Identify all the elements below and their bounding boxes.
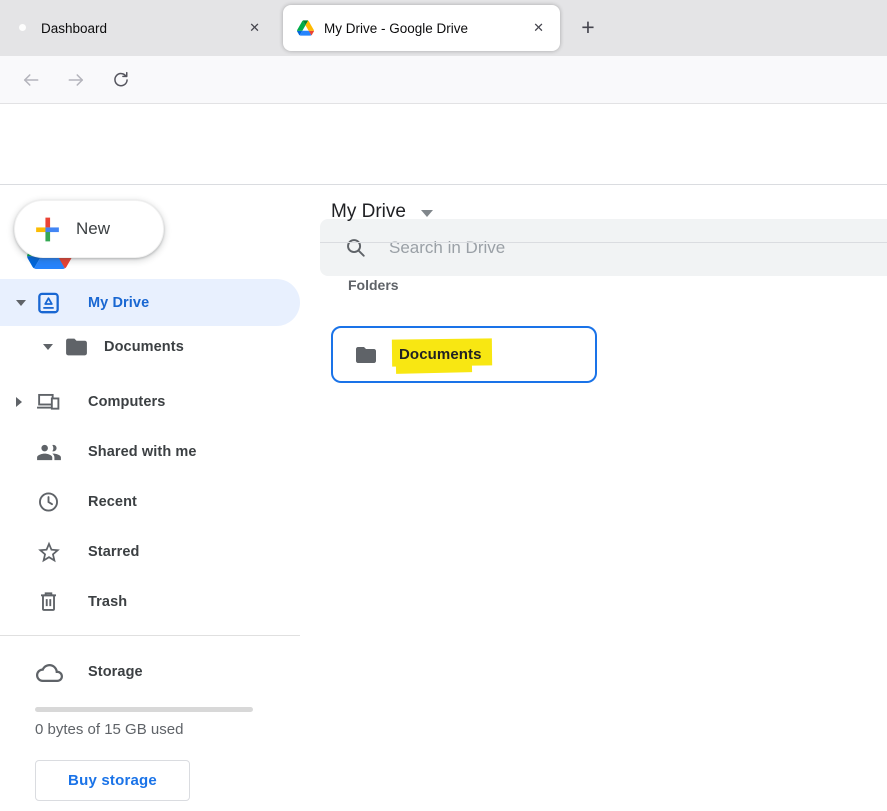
highlight-marker: Documents	[399, 346, 482, 364]
content-divider	[320, 242, 887, 243]
page-title-my-drive[interactable]: My Drive	[331, 201, 433, 223]
cloud-icon	[36, 660, 61, 685]
sidebar-item-recent[interactable]: Recent	[0, 479, 300, 525]
search-icon[interactable]	[344, 236, 367, 259]
tab-title: Dashboard	[41, 21, 243, 36]
close-tab-icon[interactable]: ✕	[527, 17, 550, 39]
my-drive-icon	[36, 290, 61, 315]
close-tab-icon[interactable]: ✕	[243, 17, 266, 39]
sidebar-item-label: Documents	[104, 339, 184, 355]
storage-progress-bar	[35, 707, 253, 712]
sidebar-item-storage[interactable]: Storage	[0, 649, 300, 695]
new-tab-button[interactable]: +	[573, 13, 603, 43]
sidebar-item-documents[interactable]: Documents	[0, 331, 300, 363]
sidebar-item-my-drive[interactable]: My Drive	[0, 279, 300, 326]
drive-header: Drive	[0, 104, 887, 185]
sidebar-item-label: Shared with me	[88, 444, 197, 460]
folder-icon	[64, 335, 89, 360]
storage-usage-text: 0 bytes of 15 GB used	[35, 721, 183, 738]
back-icon[interactable]	[21, 70, 41, 90]
sidebar-item-label: Computers	[88, 394, 165, 410]
search-bar[interactable]	[320, 219, 887, 276]
sidebar-item-starred[interactable]: Starred	[0, 529, 300, 575]
tab-dashboard[interactable]: Dashboard ✕	[0, 0, 276, 56]
computers-icon	[36, 390, 61, 415]
sidebar-item-trash[interactable]: Trash	[0, 579, 300, 625]
tab-my-drive[interactable]: My Drive - Google Drive ✕	[283, 5, 560, 51]
reload-icon[interactable]	[111, 70, 131, 90]
forward-icon[interactable]	[66, 70, 86, 90]
sidebar-item-label: Storage	[88, 664, 143, 680]
chevron-right-icon[interactable]	[16, 397, 22, 407]
trash-icon	[36, 590, 61, 615]
chevron-down-icon[interactable]	[43, 344, 53, 350]
sidebar-item-label: Recent	[88, 494, 137, 510]
folder-card-documents[interactable]: Documents	[331, 326, 597, 383]
sidebar-item-label: Starred	[88, 544, 139, 560]
sidebar-divider	[0, 635, 300, 636]
buy-storage-button[interactable]: Buy storage	[35, 760, 190, 801]
drive-favicon-icon	[297, 20, 314, 37]
sidebar-item-label: Trash	[88, 594, 127, 610]
tab-title: My Drive - Google Drive	[324, 21, 527, 36]
plus-icon	[32, 214, 63, 245]
search-input[interactable]	[389, 238, 809, 258]
new-button-label: New	[76, 219, 110, 239]
folder-name: Documents	[399, 346, 482, 363]
page-title-text: My Drive	[331, 201, 406, 223]
dashboard-favicon-spiral-icon	[14, 20, 31, 37]
star-icon	[36, 540, 61, 565]
recent-clock-icon	[36, 490, 61, 515]
sidebar-item-shared-with-me[interactable]: Shared with me	[0, 429, 300, 475]
folder-icon	[352, 343, 380, 367]
chevron-down-icon[interactable]	[421, 210, 433, 217]
sidebar-item-label: My Drive	[88, 295, 149, 311]
browser-tab-bar: Dashboard ✕ My Drive - Google Drive ✕ +	[0, 0, 887, 56]
folders-section-label: Folders	[348, 277, 399, 293]
new-button[interactable]: New	[14, 200, 164, 258]
chevron-down-icon[interactable]	[16, 300, 26, 306]
browser-toolbar: https://drive.google.com/drive/u/1/my-dr…	[0, 56, 887, 104]
sidebar-item-computers[interactable]: Computers	[0, 379, 300, 425]
shared-with-me-icon	[36, 440, 61, 465]
